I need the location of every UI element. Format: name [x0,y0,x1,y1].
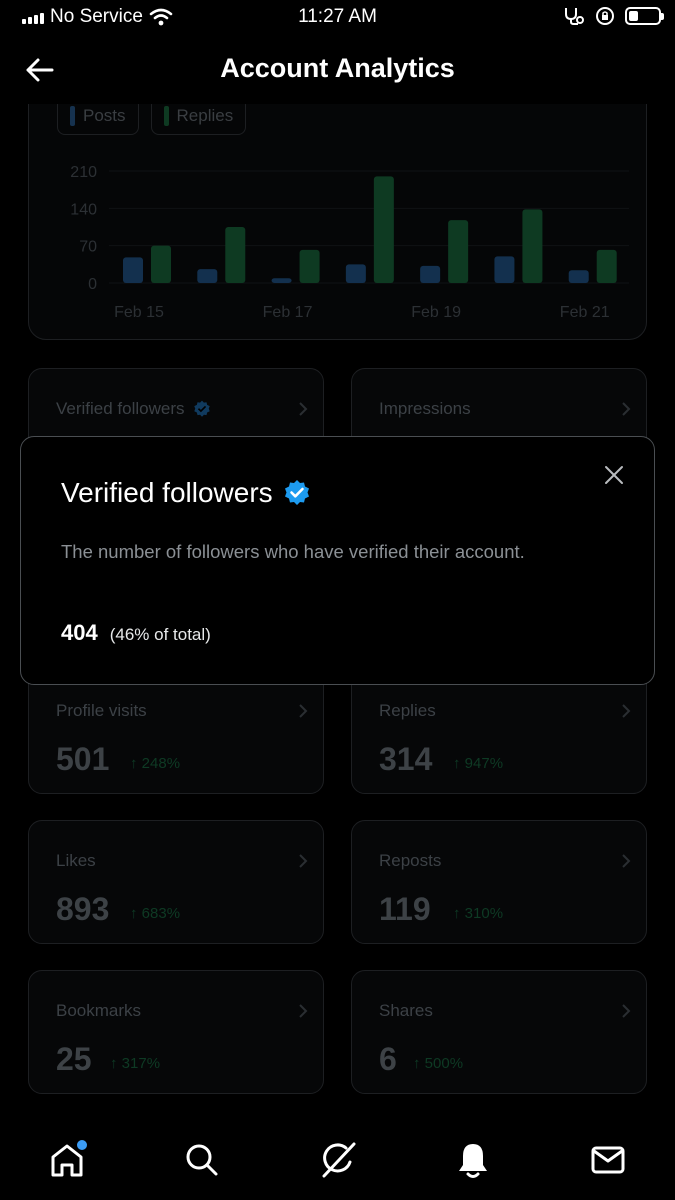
bar-posts-feb-16 [197,269,218,283]
stat-card-shares[interactable]: Shares 6 ↑ 500% [351,970,647,1094]
stat-label: Reposts [379,851,441,871]
stat-card-likes[interactable]: Likes 893 ↑ 683% [28,820,324,944]
stat-change: ↑ 683% [130,905,181,922]
stat-value: 501 [56,741,110,777]
y-tick-label: 210 [70,164,97,181]
modal-value: 404 [61,620,98,645]
close-button[interactable] [602,463,626,487]
chevron-right-icon [299,1004,308,1018]
nav-search[interactable] [180,1138,224,1182]
messages-icon [591,1146,625,1174]
stat-card-bookmarks[interactable]: Bookmarks 25 ↑ 317% [28,970,324,1094]
x-tick-label: Feb 15 [114,304,164,321]
x-tick-label: Feb 17 [263,304,313,321]
stat-label: Shares [379,1001,433,1021]
stat-label-text: Profile visits [56,701,147,720]
bar-posts-feb-17 [271,278,292,283]
stat-label: Verified followers [56,399,211,419]
bar-posts-feb-21 [568,270,589,283]
modal-title-text: Verified followers [61,477,273,508]
y-tick-label: 0 [88,276,97,293]
stat-change: ↑ 310% [453,905,504,922]
close-icon [605,466,623,484]
grok-icon [322,1142,356,1178]
stat-value: 6 [379,1041,397,1077]
verified-badge-icon [284,480,309,505]
stat-card-profile-visits[interactable]: Profile visits 501 ↑ 248% [28,670,324,794]
y-tick-label: 70 [79,239,97,256]
stat-label: Bookmarks [56,1001,141,1021]
stat-card-reposts[interactable]: Reposts 119 ↑ 310% [351,820,647,944]
info-modal: Verified followers The number of followe… [20,436,655,685]
nav-messages[interactable] [586,1138,630,1182]
search-icon [186,1144,218,1176]
page-title: Account Analytics [220,53,455,83]
x-tick-label: Feb 21 [560,304,610,321]
stat-value: 25 [56,1041,92,1077]
header: Account Analytics [0,36,675,104]
notification-dot [77,1140,87,1150]
bar-replies-feb-16 [225,227,246,283]
stat-label-text: Impressions [379,399,471,418]
stat-label-text: Verified followers [56,399,185,418]
modal-stat: 404 (46% of total) [61,620,211,646]
chevron-right-icon [299,704,308,718]
bar-replies-feb-21 [596,249,617,283]
chevron-right-icon [299,854,308,868]
stat-label-text: Likes [56,851,96,870]
bar-posts-feb-20 [494,256,515,283]
modal-title: Verified followers [61,477,311,509]
stat-value: 119 [379,891,431,927]
chevron-right-icon [299,402,308,416]
bar-posts-feb-15 [123,257,143,283]
chevron-right-icon [622,402,631,416]
bar-replies-feb-19 [448,220,469,283]
stat-value: 314 [379,741,433,777]
stat-label: Likes [56,851,96,871]
stat-card-replies[interactable]: Replies 314 ↑ 947% [351,670,647,794]
notifications-icon [459,1144,487,1178]
bar-replies-feb-18 [373,176,394,283]
x-tick-label: Feb 19 [411,304,461,321]
nav-notifications[interactable] [451,1138,495,1182]
verified-badge-icon [193,400,210,417]
bar-replies-feb-17 [299,249,320,283]
bar-replies-feb-20 [522,209,543,283]
bar-posts-feb-19 [420,265,441,283]
stat-change: ↑ 500% [413,1055,464,1072]
modal-description: The number of followers who have verifie… [61,541,525,562]
stat-value: 893 [56,891,110,927]
stat-label: Profile visits [56,701,147,721]
chevron-right-icon [622,704,631,718]
nav-home[interactable] [45,1138,89,1182]
stat-change: ↑ 317% [110,1055,161,1072]
stat-change: ↑ 248% [130,755,181,772]
stat-label-text: Reposts [379,851,442,870]
y-tick-label: 140 [70,201,97,218]
stat-label-text: Bookmarks [56,1001,142,1020]
bar-posts-feb-18 [345,264,366,283]
chevron-right-icon [622,1004,631,1018]
stat-change: ↑ 947% [453,755,504,772]
chevron-right-icon [622,854,631,868]
stat-label: Replies [379,701,436,721]
stat-label-text: Shares [379,1001,433,1020]
bar-replies-feb-15 [151,245,171,283]
stat-label: Impressions [379,399,471,419]
bottom-nav [0,1120,675,1200]
stat-label-text: Replies [379,701,436,720]
nav-grok[interactable] [316,1138,360,1182]
modal-percent: (46% of total) [109,625,211,644]
